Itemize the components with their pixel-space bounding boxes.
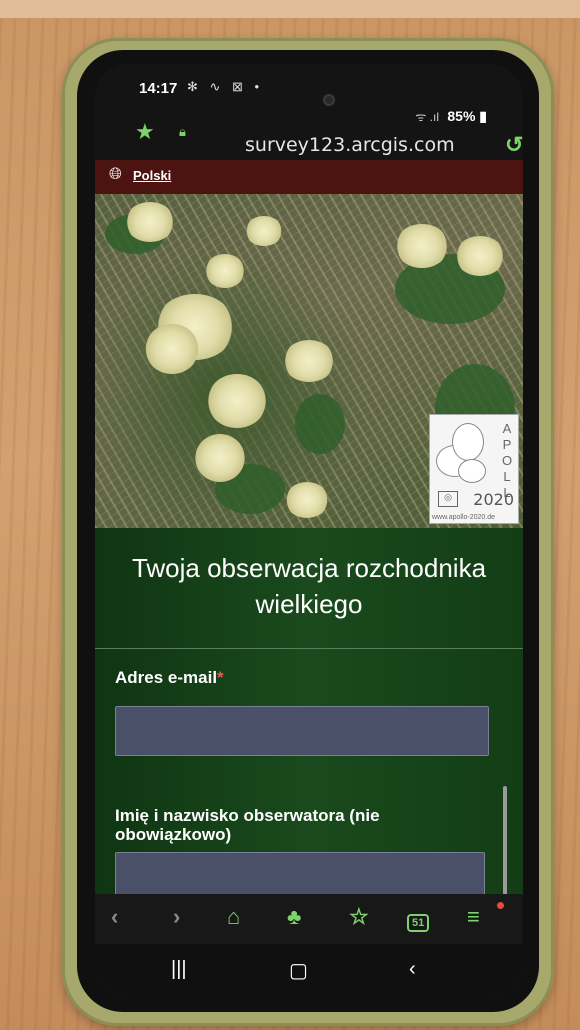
nav-back-icon[interactable]: ‹ (409, 958, 416, 981)
home-button-icon[interactable]: ▢ (289, 958, 308, 983)
home-icon[interactable]: ⌂ (227, 904, 240, 930)
system-navigation-bar: ||| ▢ ‹ (95, 944, 523, 998)
camera-icon: ◎ (438, 491, 458, 507)
reload-icon[interactable]: ↺ (505, 132, 523, 158)
forward-icon[interactable]: › (173, 904, 180, 930)
language-link[interactable]: Polski (133, 168, 171, 183)
form-title: Twoja obserwacja rozchodnika wielkiego (131, 553, 487, 619)
battery-level: 85% ▮ (447, 108, 487, 124)
email-field[interactable] (115, 706, 489, 756)
logo-url: www.apollo-2020.de (432, 514, 496, 521)
logo-year: 2020 (473, 490, 514, 509)
required-mark: * (217, 668, 224, 687)
front-camera (323, 94, 335, 106)
bookmark-star-icon[interactable]: ★ (135, 119, 155, 145)
back-icon[interactable]: ‹ (111, 904, 118, 930)
recent-apps-icon[interactable]: ||| (171, 958, 187, 981)
phone-screen: 14:17 ✻ ∿ ⊠ • ᯤ .ıl 85% ▮ ★ 🔒︎ survey123… (95, 64, 523, 998)
status-time: 14:17 (139, 80, 178, 97)
browser-toolbar: ‹ › ⌂ ♣ ☆ 51 ≡ (95, 894, 523, 944)
status-bar: 14:17 ✻ ∿ ⊠ • ᯤ .ıl 85% ▮ (95, 64, 523, 124)
observer-name-label: Imię i nazwisko obserwatora (nie obowiąz… (115, 806, 380, 844)
tabs-icon[interactable]: 51 (407, 906, 430, 932)
email-label: Adres e-mail* (115, 668, 224, 687)
notification-icons: ✻ ∿ ⊠ • (187, 79, 264, 94)
favorites-icon[interactable]: ☆ (349, 904, 369, 930)
header-photo: APOLL ◎ 2020 www.apollo-2020.de (95, 194, 523, 528)
url-text[interactable]: survey123.arcgis.com (245, 134, 455, 156)
language-strip: 🌐︎ Polski (95, 160, 523, 194)
menu-icon[interactable]: ≡ (467, 904, 480, 930)
lock-icon[interactable]: 🔒︎ (179, 124, 186, 140)
notification-dot (497, 902, 504, 909)
title-divider (95, 648, 523, 649)
logo-apollo-text: APOLL (501, 421, 513, 500)
table-background (0, 0, 580, 18)
wifi-signal-icon: ᯤ .ıl (415, 110, 439, 124)
tree-icon[interactable]: ♣ (287, 904, 301, 930)
observer-name-field[interactable] (115, 852, 485, 900)
apollo-2020-logo: APOLL ◎ 2020 www.apollo-2020.de (429, 414, 519, 524)
globe-icon: 🌐︎ (109, 166, 122, 183)
